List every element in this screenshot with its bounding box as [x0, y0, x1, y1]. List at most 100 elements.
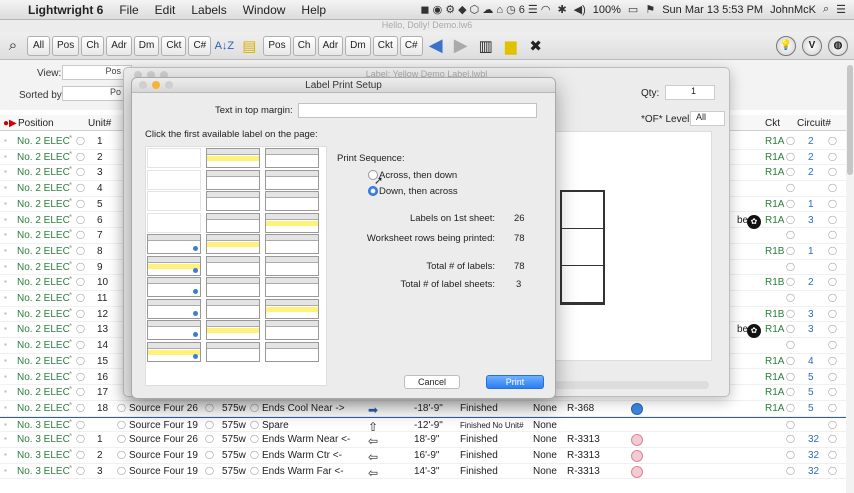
globe-icon[interactable]: ◍ — [828, 35, 848, 56]
circle-icon[interactable]: ◯ — [76, 293, 85, 302]
position-cell[interactable]: No. 2 ELEC — [17, 262, 70, 273]
circle-icon[interactable]: ◯ — [828, 199, 837, 208]
position-cell[interactable]: No. 2 ELEC — [17, 340, 70, 351]
cancel-button[interactable]: Cancel — [404, 375, 460, 389]
grid-scrollbar[interactable] — [846, 60, 854, 493]
position-cell[interactable]: No. 3 ELEC — [17, 450, 70, 461]
circuit-cell[interactable]: 5 — [808, 372, 814, 383]
table-row[interactable]: ▪ No. 3 ELEC * ◯ 3 ◯ Source Four 19 ◯ 575w ◯ Ends … — [0, 464, 854, 480]
label-slot[interactable] — [265, 234, 319, 254]
ckt-cell[interactable]: R1A — [765, 387, 784, 398]
circle-icon[interactable]: ◯ — [205, 403, 214, 412]
purpose-cell[interactable]: Source Four 19 — [129, 420, 198, 431]
unit-cell[interactable]: 10 — [97, 277, 108, 288]
filter-ch-button[interactable]: Ch — [81, 35, 105, 56]
circle-icon[interactable]: ◯ — [786, 372, 795, 381]
status-cell[interactable]: Finished — [460, 466, 498, 477]
position-cell[interactable]: No. 2 ELEC — [17, 183, 70, 194]
circle-icon[interactable]: ◯ — [76, 262, 85, 271]
circle-icon[interactable]: ◯ — [786, 356, 795, 365]
circle-icon[interactable]: ◯ — [76, 387, 85, 396]
reel-icon[interactable]: ✿ — [747, 214, 761, 229]
unit-cell[interactable]: 2 — [97, 450, 103, 461]
circle-icon[interactable]: ◯ — [828, 277, 837, 286]
filter-cnum-button[interactable]: C# — [188, 35, 212, 56]
label-slot[interactable] — [147, 320, 201, 340]
circle-icon[interactable]: ◯ — [828, 450, 837, 459]
ckt-cell[interactable]: R1B — [765, 277, 784, 288]
label-slot[interactable] — [265, 169, 319, 190]
menu-help[interactable]: Help — [293, 3, 334, 17]
circle-icon[interactable]: ◯ — [828, 152, 837, 161]
unit-cell[interactable]: 11 — [97, 293, 107, 304]
filter-adr-button[interactable]: Adr — [106, 35, 132, 56]
unit-cell[interactable]: 3 — [97, 466, 103, 477]
circle-icon[interactable]: ◯ — [786, 420, 795, 429]
color-cell[interactable]: R-3313 — [567, 466, 600, 477]
status-cell[interactable]: Finished — [460, 403, 498, 414]
circle-icon[interactable]: ◯ — [76, 403, 85, 412]
purpose-cell[interactable]: Source Four 26 — [129, 403, 198, 414]
position-cell[interactable]: No. 2 ELEC — [17, 167, 70, 178]
circle-icon[interactable]: ◯ — [76, 356, 85, 365]
label-slot[interactable] — [206, 148, 260, 168]
circuit-cell[interactable]: 3 — [808, 309, 814, 320]
dimension-cell[interactable]: -18'-9" — [414, 403, 443, 414]
position-cell[interactable]: No. 2 ELEC — [17, 309, 70, 320]
label-slot[interactable] — [206, 191, 260, 211]
unit-cell[interactable]: 4 — [97, 183, 103, 194]
position-cell[interactable]: No. 2 ELEC — [17, 246, 70, 257]
sort-dm-button[interactable]: Dm — [345, 35, 371, 56]
template-cell[interactable]: None — [533, 466, 557, 477]
unit-cell[interactable]: 18 — [97, 403, 108, 414]
unit-cell[interactable]: 13 — [97, 324, 108, 335]
circle-icon[interactable]: ◯ — [828, 340, 837, 349]
circuit-cell[interactable]: 2 — [808, 152, 814, 163]
position-cell[interactable]: No. 2 ELEC — [17, 152, 70, 163]
filter-ckt-button[interactable]: Ckt — [161, 35, 187, 56]
ckt-cell[interactable]: R1A — [765, 403, 784, 414]
radio-down-then-across[interactable] — [368, 186, 378, 196]
position-cell[interactable]: No. 3 ELEC — [17, 420, 70, 431]
circle-icon[interactable]: ◯ — [786, 277, 795, 286]
label-slot[interactable] — [265, 320, 319, 340]
circle-icon[interactable]: ◯ — [786, 434, 795, 443]
tools-icon[interactable]: ✖ — [525, 35, 547, 57]
circle-icon[interactable]: ◯ — [76, 215, 85, 224]
label-slot[interactable] — [206, 341, 260, 362]
purpose-cell[interactable]: Source Four 26 — [129, 434, 198, 445]
label-slot-empty[interactable] — [147, 212, 201, 233]
label-slot[interactable] — [265, 298, 319, 319]
ckt-cell[interactable]: R1A — [765, 199, 784, 210]
circle-icon[interactable]: ◯ — [828, 183, 837, 192]
circle-icon[interactable]: ◯ — [76, 230, 85, 239]
circle-icon[interactable]: ◯ — [786, 230, 795, 239]
circle-icon[interactable]: ◯ — [786, 324, 795, 333]
sort-az-icon[interactable]: A↓Z — [213, 35, 235, 57]
label-slot-empty[interactable] — [147, 191, 201, 211]
ckt-cell[interactable]: R1A — [765, 324, 784, 335]
circuit-cell[interactable]: 3 — [808, 324, 814, 335]
wattage-cell[interactable]: 575w — [222, 434, 246, 445]
list-icon[interactable]: ☰ — [836, 3, 846, 16]
circuit-cell[interactable]: 2 — [808, 136, 814, 147]
template-cell[interactable]: None — [533, 450, 557, 461]
wattage-cell[interactable]: 575w — [222, 420, 246, 431]
ckt-cell[interactable]: R1A — [765, 215, 784, 226]
unit-cell[interactable]: 14 — [97, 340, 108, 351]
circle-icon[interactable]: ◯ — [786, 199, 795, 208]
circle-icon[interactable]: ◯ — [76, 340, 85, 349]
filter-pos-button[interactable]: Pos — [52, 35, 80, 56]
circle-icon[interactable]: ◯ — [828, 136, 837, 145]
circle-icon[interactable]: ◯ — [786, 340, 795, 349]
purpose-cell[interactable]: Source Four 19 — [129, 466, 198, 477]
circle-icon[interactable]: ◯ — [117, 466, 126, 475]
label-window-scrollbar[interactable] — [554, 381, 709, 389]
position-cell[interactable]: No. 2 ELEC — [17, 403, 70, 414]
circle-icon[interactable]: ◯ — [205, 420, 214, 429]
circle-icon[interactable]: ◯ — [250, 434, 259, 443]
circle-icon[interactable]: ◯ — [828, 372, 837, 381]
top-margin-input[interactable] — [298, 103, 537, 118]
label-slot[interactable] — [265, 191, 319, 211]
filter-dm-button[interactable]: Dm — [133, 35, 160, 56]
